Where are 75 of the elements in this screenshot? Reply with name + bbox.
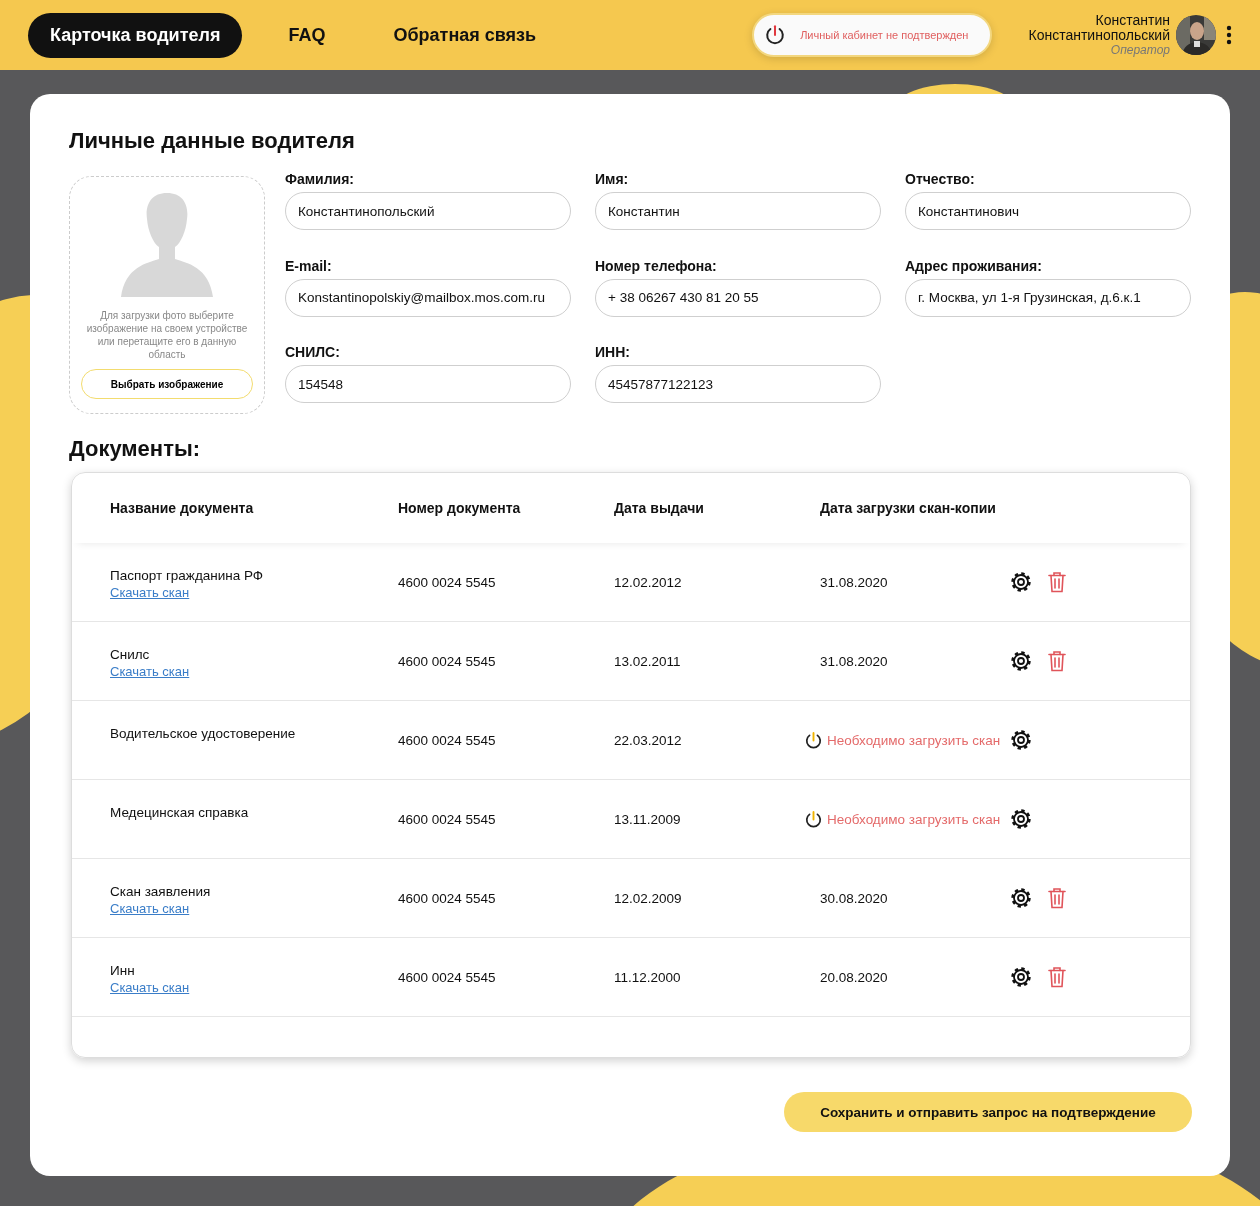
input-field[interactable]: Константинопольский bbox=[285, 192, 571, 230]
upload-warning: Необходимо загрузить скан bbox=[827, 732, 1001, 748]
field-label: E-mail: bbox=[285, 257, 333, 274]
upload-date: 31.08.2020 bbox=[820, 574, 888, 590]
upload-hint: Для загрузки фото выберите изображение на своем устройстве или перетащите его в данную область bbox=[85, 309, 249, 361]
column-header: Название документа bbox=[110, 500, 255, 516]
upload-date: 31.08.2020 bbox=[820, 653, 888, 669]
issue-date: 13.11.2009 bbox=[614, 811, 682, 827]
input-field[interactable]: 154548 bbox=[285, 365, 571, 404]
document-number: 4600 0024 5545 bbox=[398, 969, 497, 985]
section-title: Личные данные водителя bbox=[69, 128, 356, 154]
photo-drop-zone[interactable]: Для загрузки фото выберите изображение на своем устройстве или перетащите его в данную область Выбрать изображение bbox=[69, 176, 265, 414]
upload-date: 30.08.2020 bbox=[820, 890, 888, 906]
settings-icon[interactable] bbox=[1009, 965, 1033, 989]
field-label: Фамилия: bbox=[285, 171, 356, 187]
alert-power-icon bbox=[804, 809, 823, 829]
document-name: Инн bbox=[110, 963, 136, 978]
download-link[interactable]: Скачать скан bbox=[110, 585, 190, 600]
field-label: ИНН: bbox=[595, 344, 631, 361]
delete-icon[interactable] bbox=[1047, 571, 1067, 593]
download-link[interactable]: Скачать скан bbox=[110, 664, 190, 679]
input-field[interactable]: + 38 06267 430 81 20 55 bbox=[595, 278, 881, 317]
section-title: Документы: bbox=[69, 436, 202, 462]
document-number: 4600 0024 5545 bbox=[398, 574, 497, 590]
alert-power-icon bbox=[804, 730, 823, 750]
input-field[interactable]: Константин bbox=[595, 192, 881, 230]
document-number: 4600 0024 5545 bbox=[398, 890, 497, 906]
alert-power-icon bbox=[764, 24, 787, 46]
document-name: Скан заявления bbox=[110, 884, 212, 899]
input-field[interactable]: Konstantinopolskiy@mailbox.mos.com.ru bbox=[285, 278, 571, 317]
column-header: Дата загрузки скан-копии bbox=[820, 500, 997, 516]
save-button[interactable]: Сохранить и отправить запрос на подтверждение bbox=[784, 1092, 1192, 1132]
issue-date: 12.02.2012 bbox=[614, 574, 683, 590]
settings-icon[interactable] bbox=[1009, 886, 1033, 910]
settings-icon[interactable] bbox=[1009, 570, 1033, 594]
user-role: Оператор bbox=[1110, 43, 1170, 57]
issue-date: 13.02.2011 bbox=[614, 653, 682, 669]
delete-icon[interactable] bbox=[1047, 966, 1067, 988]
upload-warning: Необходимо загрузить скан bbox=[827, 811, 1001, 827]
document-number: 4600 0024 5545 bbox=[398, 811, 497, 827]
user-first-name: Константин bbox=[1095, 13, 1170, 29]
settings-icon[interactable] bbox=[1009, 649, 1033, 673]
download-link[interactable]: Скачать скан bbox=[110, 901, 190, 916]
document-name: Снилс bbox=[110, 647, 151, 662]
field-label: Адрес проживания: bbox=[905, 257, 1043, 274]
column-header: Дата выдачи bbox=[614, 500, 705, 516]
status-text: Личный кабинет не подтвержден bbox=[800, 29, 969, 41]
delete-icon[interactable] bbox=[1047, 650, 1067, 672]
issue-date: 11.12.2000 bbox=[614, 969, 682, 985]
field-label: Имя: bbox=[595, 171, 630, 187]
column-header: Номер документа bbox=[398, 500, 522, 516]
input-field[interactable]: 45457877122123 bbox=[595, 365, 881, 404]
issue-date: 22.03.2012 bbox=[614, 732, 683, 748]
download-link[interactable]: Скачать скан bbox=[110, 980, 190, 995]
field-label: Номер телефона: bbox=[595, 257, 718, 274]
nav-tab[interactable]: FAQ bbox=[266, 12, 348, 58]
issue-date: 12.02.2009 bbox=[614, 890, 683, 906]
nav-tab[interactable]: Карточка водителя bbox=[28, 12, 243, 58]
user-last-name: Константинопольский bbox=[1028, 28, 1170, 44]
input-field[interactable]: г. Москва, ул 1-я Грузинская, д.6.к.1 bbox=[905, 278, 1191, 317]
upload-date: 20.08.2020 bbox=[820, 969, 888, 985]
input-field[interactable]: Константинович bbox=[905, 192, 1191, 230]
document-name: Медецинская справка bbox=[110, 805, 250, 820]
document-number: 4600 0024 5545 bbox=[398, 732, 497, 748]
document-number: 4600 0024 5545 bbox=[398, 653, 497, 669]
settings-icon[interactable] bbox=[1009, 728, 1033, 752]
document-name: Паспорт гражданина РФ bbox=[110, 568, 265, 583]
field-label: СНИЛС: bbox=[285, 344, 341, 361]
choose-image-button[interactable]: Выбрать изображение bbox=[81, 369, 253, 399]
settings-icon[interactable] bbox=[1009, 807, 1033, 831]
nav-tab[interactable]: Обратная связь bbox=[371, 12, 559, 58]
delete-icon[interactable] bbox=[1047, 887, 1067, 909]
field-label: Отчество: bbox=[905, 171, 976, 187]
document-name: Водительское удостоверение bbox=[110, 726, 297, 741]
more-menu-icon[interactable] bbox=[1226, 25, 1232, 45]
